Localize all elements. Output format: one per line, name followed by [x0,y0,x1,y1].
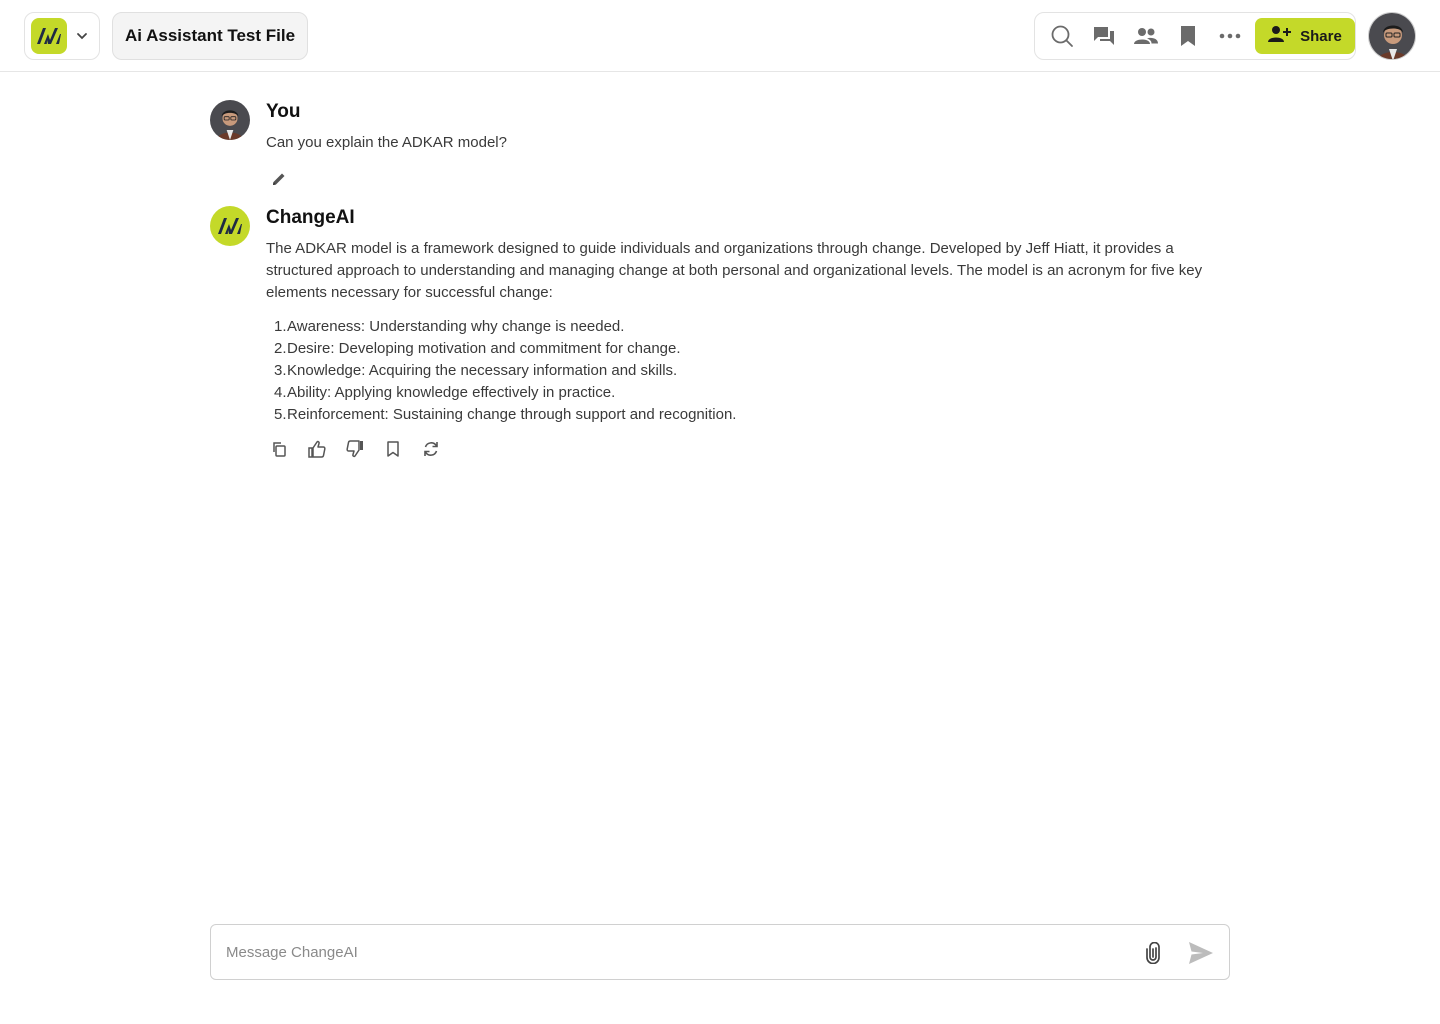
ai-message: ChangeAI The ADKAR model is a framework … [210,206,1230,466]
message-input[interactable] [226,937,1126,967]
workspace-switcher[interactable] [24,12,100,60]
bookmark-icon[interactable] [380,436,406,462]
list-item: 5. Reinforcement: Sustaining change throu… [274,406,737,423]
user-avatar[interactable] [1368,12,1416,60]
list-item: 1. Awareness: Understanding why change is… [274,318,625,335]
user-message: You Can you explain the ADKAR model? [210,100,1230,190]
thumbs-down-icon[interactable] [342,436,368,462]
copy-icon[interactable] [266,436,292,462]
message-actions [266,436,1230,462]
header-toolbar: Share [1034,12,1356,60]
pencil-icon[interactable] [266,166,292,192]
top-bar: Ai Assistant Test File Share [0,0,1440,72]
sender-name: You [266,101,301,122]
people-icon[interactable] [1125,15,1167,57]
share-label: Share [1300,27,1342,45]
changeai-avatar [210,206,250,246]
person-add-icon [1268,25,1292,47]
list-item: 4. Ability: Applying knowledge effectivel… [274,384,616,401]
send-icon[interactable] [1185,937,1217,969]
share-button[interactable]: Share [1255,18,1355,54]
adkar-list: 1. Awareness: Understanding why change is… [266,316,1230,426]
bookmark-icon[interactable] [1167,15,1209,57]
message-text: Can you explain the ADKAR model? [266,134,507,151]
changeai-logo [31,18,67,54]
thumbs-up-icon[interactable] [304,436,330,462]
message-body: You Can you explain the ADKAR model? [266,100,1230,192]
more-icon[interactable] [1209,15,1251,57]
regenerate-icon[interactable] [418,436,444,462]
paperclip-icon[interactable] [1139,939,1167,967]
message-paragraph: The ADKAR model is a framework designed … [266,240,1203,301]
sender-name: ChangeAI [266,207,355,228]
chat-icon[interactable] [1083,15,1125,57]
avatar [210,100,250,140]
list-item: 3. Knowledge: Acquiring the necessary inf… [274,362,678,379]
message-body: ChangeAI The ADKAR model is a framework … [266,206,1230,462]
list-item: 2. Desire: Developing motivation and comm… [274,340,681,357]
file-title[interactable]: Ai Assistant Test File [112,12,309,60]
search-icon[interactable] [1041,15,1083,57]
message-composer [210,924,1230,980]
chevron-down-icon[interactable] [73,27,91,45]
